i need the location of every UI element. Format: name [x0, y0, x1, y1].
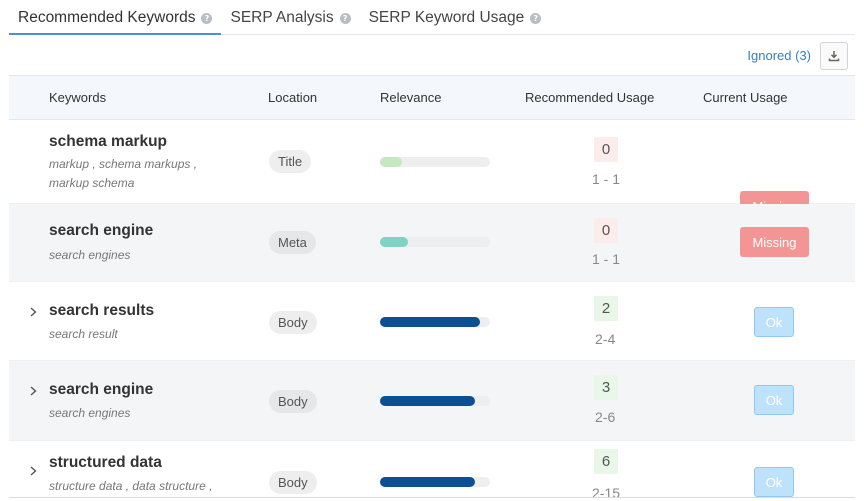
- column-header-location[interactable]: Location: [268, 90, 317, 105]
- recommended-usage-range: 1 - 1: [592, 251, 621, 267]
- table-header: Keywords Location Relevance Recommended …: [9, 75, 855, 120]
- recommended-usage-range: 2-6: [595, 409, 616, 425]
- tab-label: SERP Keyword Usage: [368, 9, 525, 26]
- download-icon: [828, 50, 840, 61]
- tab-serp-analysis[interactable]: SERP Analysis ?: [221, 0, 359, 35]
- keyword-variations: search engines: [49, 248, 131, 262]
- recommended-usage-count: 0: [594, 218, 618, 243]
- recommended-usage-range: 2-4: [595, 331, 616, 347]
- keyword-title: schema markup: [49, 133, 168, 150]
- column-header-current-usage[interactable]: Current Usage: [703, 90, 788, 105]
- info-icon[interactable]: ?: [339, 13, 351, 24]
- table-row[interactable]: schema markup markup , schema markups , …: [9, 120, 855, 221]
- keyword-variations: markup , schema markups , markup schema: [49, 155, 249, 193]
- table-toolbar: Ignored (3): [747, 41, 848, 70]
- download-button[interactable]: [820, 41, 848, 70]
- tab-serp-keyword-usage[interactable]: SERP Keyword Usage ?: [360, 0, 551, 35]
- status-badge-ok[interactable]: Ok: [754, 307, 794, 337]
- keyword-title: search results: [49, 302, 155, 319]
- chevron-right-icon[interactable]: [27, 306, 39, 318]
- relevance-bar: [380, 237, 490, 247]
- tab-bar: Recommended Keywords ? SERP Analysis ? S…: [9, 0, 855, 35]
- status-badge-ok[interactable]: Ok: [754, 467, 794, 497]
- recommended-usage-range: 1 - 1: [592, 171, 621, 187]
- status-badge-ok[interactable]: Ok: [754, 385, 794, 415]
- info-icon[interactable]: ?: [201, 13, 213, 24]
- info-icon[interactable]: ?: [530, 13, 542, 24]
- recommended-usage-count: 2: [594, 296, 618, 321]
- ignored-keywords-link[interactable]: Ignored (3): [747, 48, 811, 63]
- column-header-recommended-usage[interactable]: Recommended Usage: [525, 90, 654, 105]
- location-pill: Body: [269, 311, 317, 334]
- status-badge-missing[interactable]: Missing: [740, 227, 809, 257]
- recommended-usage-count: 3: [594, 375, 618, 400]
- table-bottom-border: [9, 497, 855, 498]
- recommended-usage-count: 0: [594, 137, 618, 162]
- keyword-title: search engine: [49, 222, 154, 239]
- keyword-variations: structure data , data structure ,: [49, 479, 213, 493]
- recommended-usage-count: 6: [594, 449, 618, 474]
- chevron-right-icon[interactable]: [27, 385, 39, 397]
- table-row[interactable]: search engine search engines Meta 0 1 - …: [9, 204, 855, 282]
- keyword-variations: search result: [49, 327, 118, 341]
- table-row[interactable]: search results search result Body 2 2-4 …: [9, 282, 855, 361]
- keyword-title: structured data: [49, 454, 162, 471]
- relevance-bar-fill: [380, 157, 402, 167]
- relevance-bar-fill: [380, 477, 475, 487]
- relevance-bar: [380, 157, 490, 167]
- keyword-variations-text: markup , schema markups , markup schema: [49, 157, 198, 190]
- column-header-relevance[interactable]: Relevance: [380, 90, 441, 105]
- keywords-table: Keywords Location Relevance Recommended …: [9, 75, 855, 499]
- tab-recommended-keywords[interactable]: Recommended Keywords ?: [9, 0, 222, 35]
- relevance-bar-fill: [380, 396, 475, 406]
- relevance-bar: [380, 477, 490, 487]
- relevance-bar: [380, 317, 490, 327]
- location-pill: Body: [269, 471, 317, 494]
- column-header-keywords[interactable]: Keywords: [49, 90, 106, 105]
- tab-label: Recommended Keywords: [18, 9, 196, 26]
- keyword-title: search engine: [49, 381, 154, 398]
- table-row[interactable]: search engine search engines Body 3 2-6 …: [9, 361, 855, 441]
- relevance-bar-fill: [380, 317, 481, 327]
- location-pill: Title: [269, 150, 312, 173]
- keyword-variations: search engines: [49, 406, 131, 420]
- relevance-bar-fill: [380, 237, 408, 247]
- location-pill: Meta: [269, 231, 316, 254]
- table-row[interactable]: structured data structure data , data st…: [9, 441, 855, 499]
- relevance-bar: [380, 396, 490, 406]
- tab-label: SERP Analysis: [230, 9, 334, 26]
- location-pill: Body: [269, 390, 317, 413]
- chevron-right-icon[interactable]: [27, 465, 39, 477]
